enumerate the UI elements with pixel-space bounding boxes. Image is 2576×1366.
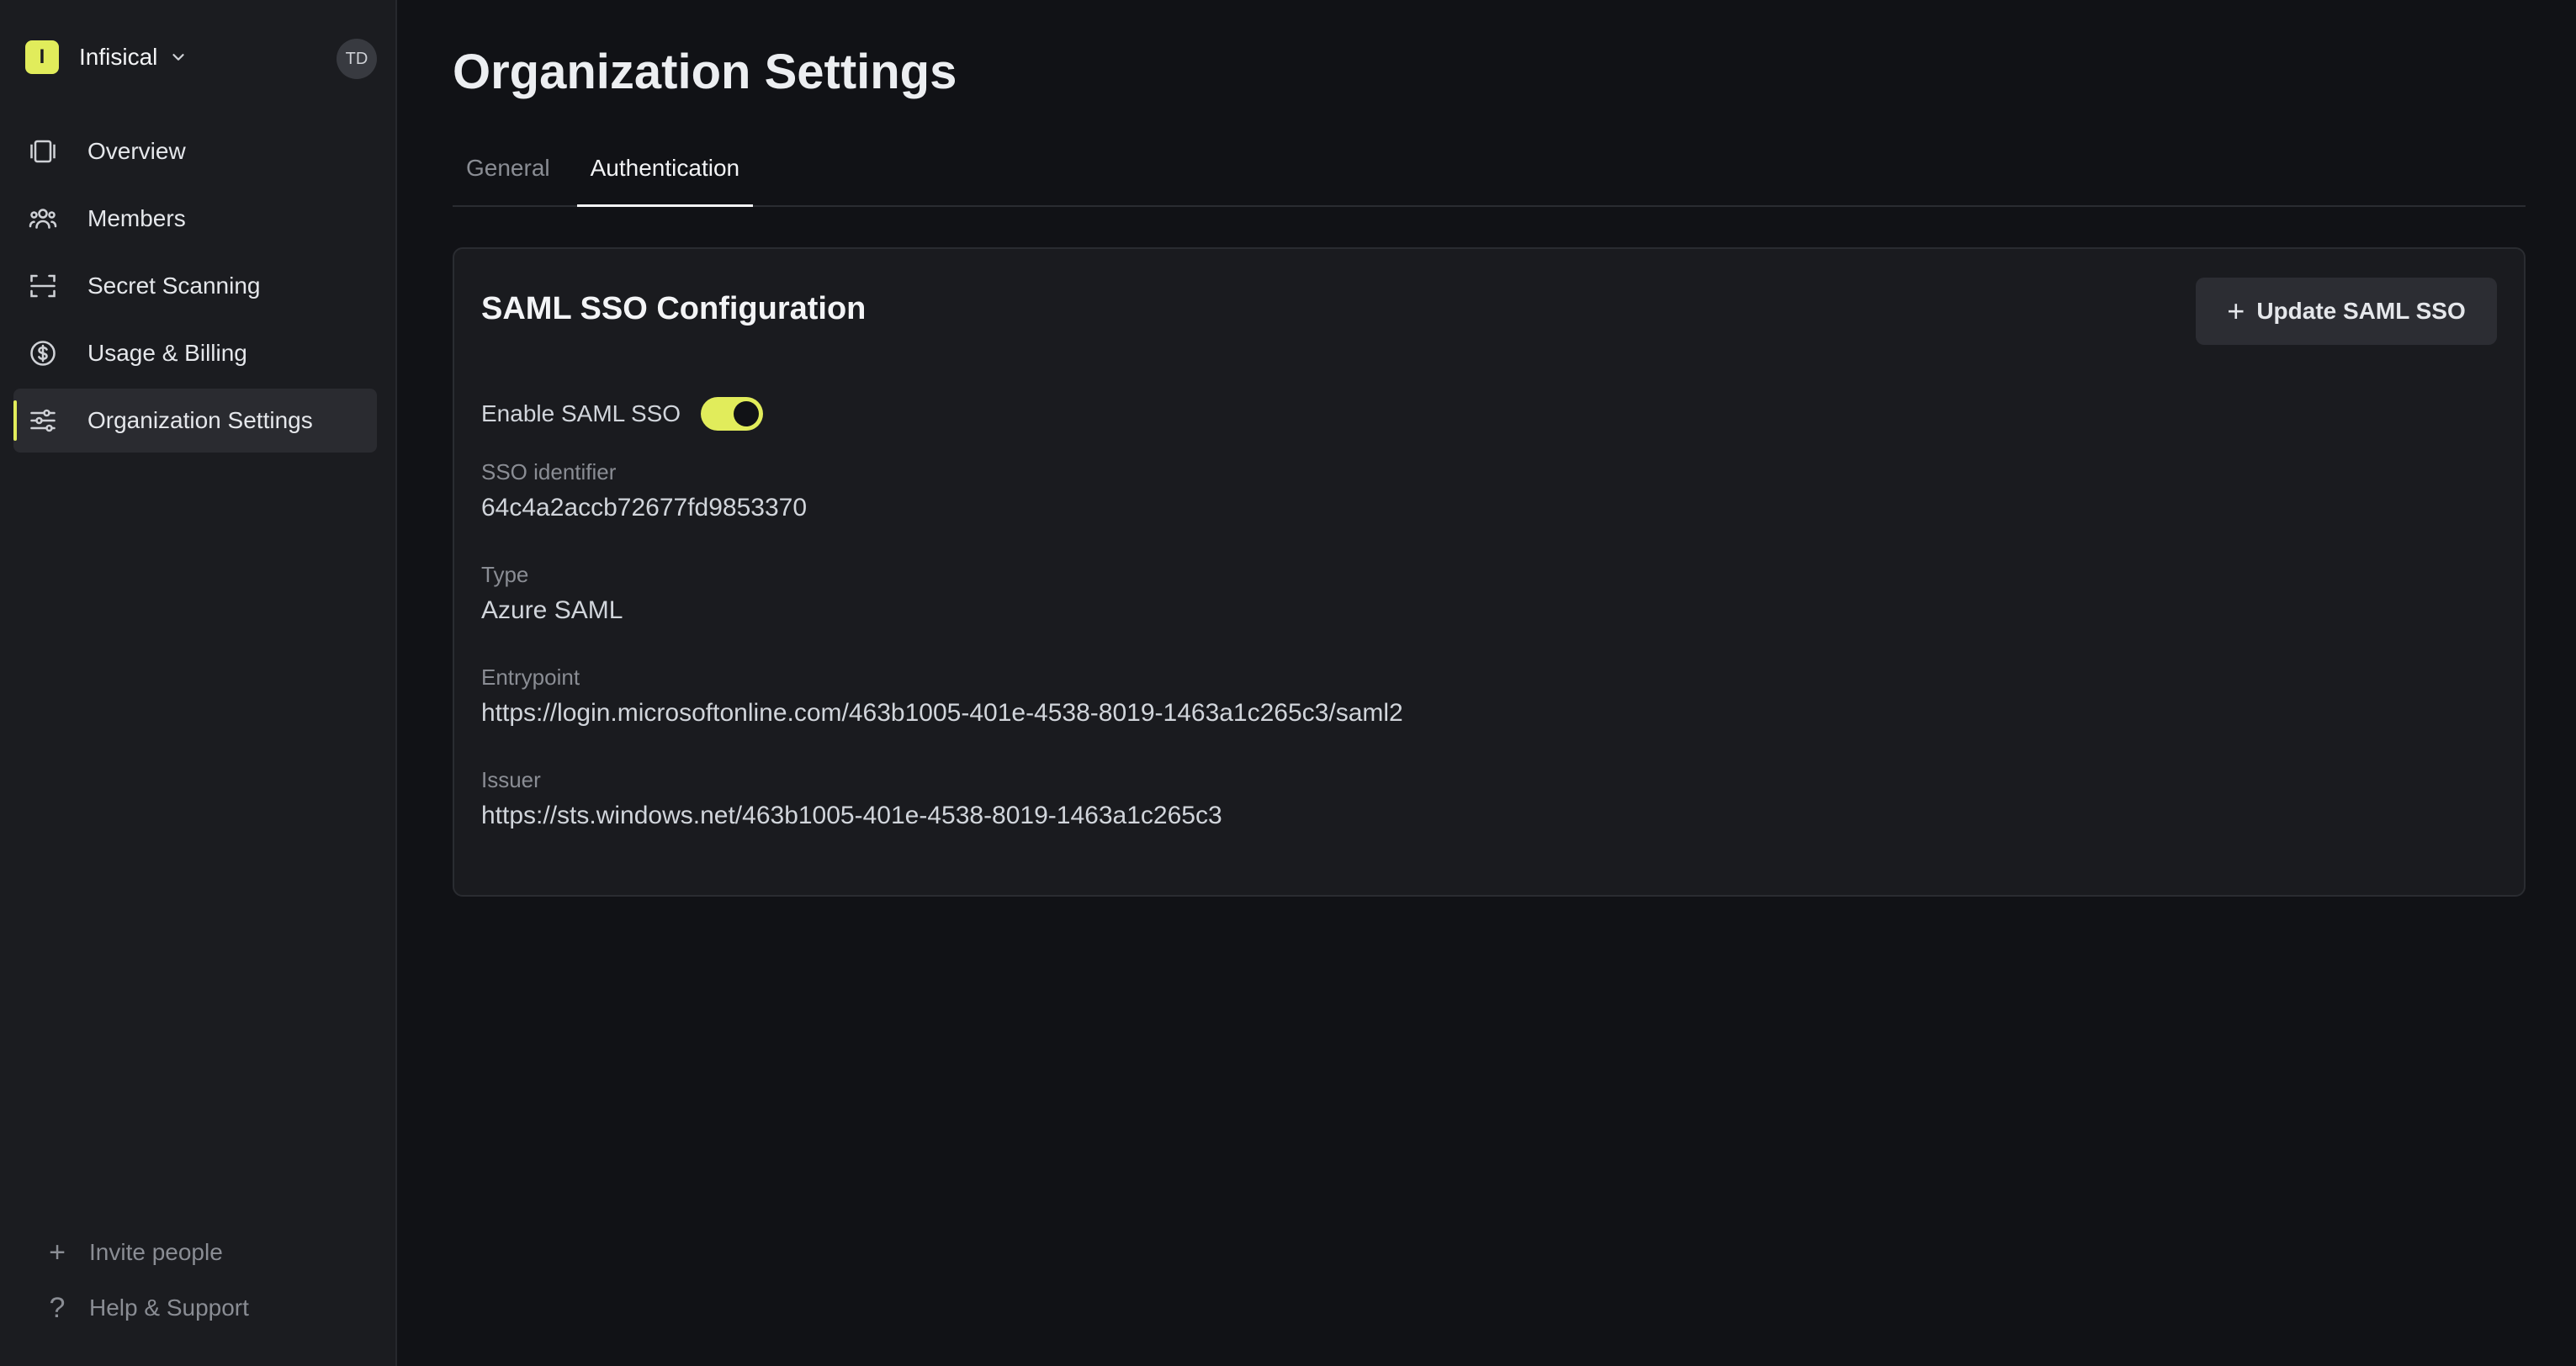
field-value: https://sts.windows.net/463b1005-401e-45… (481, 802, 1222, 829)
field-label: SSO identifier (481, 459, 617, 484)
question-icon: ? (49, 1291, 66, 1324)
sidebar-nav: Overview Members Secret Scanning Usage &… (13, 119, 377, 456)
plus-icon: + (49, 1236, 66, 1268)
sidebar-item-overview[interactable]: Overview (13, 119, 377, 183)
update-saml-sso-button[interactable]: + Update SAML SSO (2196, 278, 2497, 345)
field-value: 64c4a2accb72677fd9853370 (481, 494, 808, 522)
help-support-link[interactable]: ? Help & Support (44, 1280, 249, 1336)
page-title: Organization Settings (453, 45, 957, 99)
sidebar: I Infisical TD Overview Members Secret S… (0, 0, 397, 1366)
issuer-field: Issuer https://sts.windows.net/463b1005-… (481, 767, 1222, 830)
members-icon (27, 203, 59, 235)
sidebar-item-label: Secret Scanning (87, 273, 261, 299)
main-content: Organization Settings General Authentica… (397, 0, 2576, 1366)
sidebar-footer: + Invite people ? Help & Support (44, 1225, 249, 1336)
app-root: I Infisical TD Overview Members Secret S… (0, 0, 2576, 1366)
org-name: Infisical (79, 44, 158, 70)
update-saml-sso-label: Update SAML SSO (2256, 298, 2466, 324)
type-field: Type Azure SAML (481, 562, 623, 625)
dollar-icon (27, 337, 59, 369)
scan-icon (27, 270, 59, 302)
avatar[interactable]: TD (337, 39, 377, 79)
plus-icon: + (2227, 294, 2245, 328)
org-badge: I (25, 40, 59, 74)
tab-authentication[interactable]: Authentication (576, 140, 754, 207)
sidebar-item-secret-scanning[interactable]: Secret Scanning (13, 254, 377, 318)
saml-sso-card: SAML SSO Configuration + Update SAML SSO… (453, 247, 2526, 897)
field-value: https://login.microsoftonline.com/463b10… (481, 699, 1403, 727)
sidebar-item-members[interactable]: Members (13, 187, 377, 251)
enable-saml-toggle[interactable] (701, 397, 764, 431)
enable-saml-row: Enable SAML SSO (481, 397, 764, 431)
invite-people-link[interactable]: + Invite people (44, 1225, 249, 1280)
sso-identifier-field: SSO identifier 64c4a2accb72677fd9853370 (481, 459, 807, 522)
settings-sliders-icon (27, 405, 59, 437)
tab-general[interactable]: General (453, 140, 564, 207)
enable-saml-label: Enable SAML SSO (481, 400, 681, 426)
org-switcher[interactable]: I Infisical TD (25, 39, 377, 79)
sidebar-item-label: Organization Settings (87, 407, 313, 433)
sidebar-item-label: Overview (87, 138, 186, 164)
sidebar-item-organization-settings[interactable]: Organization Settings (13, 389, 377, 453)
chevron-down-icon (172, 54, 185, 61)
sidebar-item-usage-billing[interactable]: Usage & Billing (13, 321, 377, 385)
field-label: Type (481, 562, 529, 587)
card-title: SAML SSO Configuration (481, 291, 867, 326)
entrypoint-field: Entrypoint https://login.microsoftonline… (481, 664, 1403, 728)
toggle-knob (734, 401, 760, 426)
field-label: Issuer (481, 767, 541, 792)
field-value: Azure SAML (481, 596, 623, 624)
settings-tabs: General Authentication (453, 140, 2526, 207)
field-label: Entrypoint (481, 664, 580, 690)
sidebar-item-label: Usage & Billing (87, 340, 247, 366)
sidebar-item-label: Members (87, 205, 186, 231)
overview-icon (27, 135, 59, 167)
invite-people-label: Invite people (89, 1239, 223, 1265)
help-support-label: Help & Support (89, 1295, 249, 1321)
